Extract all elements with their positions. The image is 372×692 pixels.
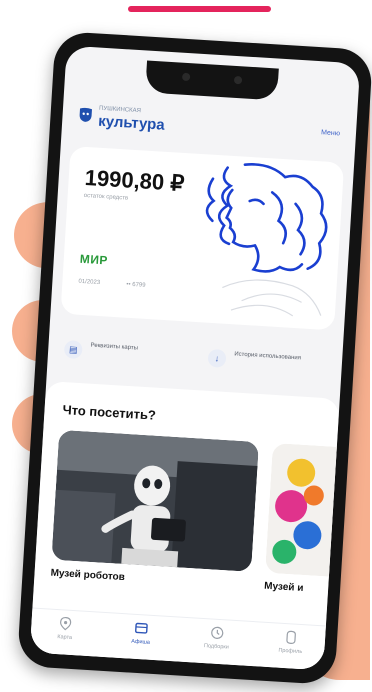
ticket-icon — [135, 622, 148, 634]
card-number: •• 6799 — [126, 281, 146, 289]
section-title: Что посетить? — [62, 402, 157, 423]
phone-mockup: ПУШКИНСКАЯ культура Меню 1990,80 ₽ остат… — [16, 30, 372, 686]
accent-bar — [128, 6, 271, 12]
camera-notch — [145, 60, 279, 101]
usage-history-button[interactable]: ↓ История использования — [207, 345, 329, 386]
brand-mask-icon — [79, 107, 92, 122]
history-icon: ↓ — [207, 348, 227, 368]
card-icon: ▤ — [63, 340, 83, 360]
tab-afisha[interactable]: Афиша — [110, 619, 172, 657]
action-label: История использования — [234, 351, 302, 362]
action-label: Реквизиты карты — [90, 342, 139, 352]
card-balance-note: остаток средств — [83, 192, 129, 202]
collection-icon — [211, 626, 224, 639]
profile-icon — [286, 630, 296, 644]
tab-collections[interactable]: Подборки — [186, 624, 248, 662]
tab-label: Подборки — [203, 643, 229, 651]
card-actions: ▤ Реквизиты карты ↓ История использовани… — [57, 336, 333, 387]
pushkin-card[interactable]: 1990,80 ₽ остаток средств МИР 01/2023 ••… — [60, 146, 345, 331]
tab-profile[interactable]: Профиль — [260, 629, 322, 667]
tab-label: Профиль — [278, 647, 303, 656]
mir-logo: МИР — [79, 251, 109, 268]
app-header: ПУШКИНСКАЯ культура Меню — [77, 100, 341, 152]
map-pin-icon — [60, 617, 72, 631]
tab-label: Афиша — [130, 638, 151, 646]
tile-caption: Музей и — [263, 580, 304, 595]
tab-label: Карта — [57, 634, 73, 642]
card-details-button[interactable]: ▤ Реквизиты карты — [63, 336, 175, 377]
card-expiry: 01/2023 — [78, 278, 101, 287]
museum-tile[interactable] — [51, 429, 259, 572]
app-screen: ПУШКИНСКАЯ культура Меню 1990,80 ₽ остат… — [29, 45, 361, 671]
brand-title: культура — [97, 112, 166, 134]
robot-photo — [51, 429, 259, 572]
card-balance: 1990,80 ₽ — [84, 164, 186, 196]
tab-map[interactable]: Карта — [34, 615, 96, 653]
menu-link[interactable]: Меню — [321, 129, 340, 137]
pushkin-portrait-illustration — [205, 163, 328, 317]
tile-caption: Музей роботов — [50, 567, 126, 584]
